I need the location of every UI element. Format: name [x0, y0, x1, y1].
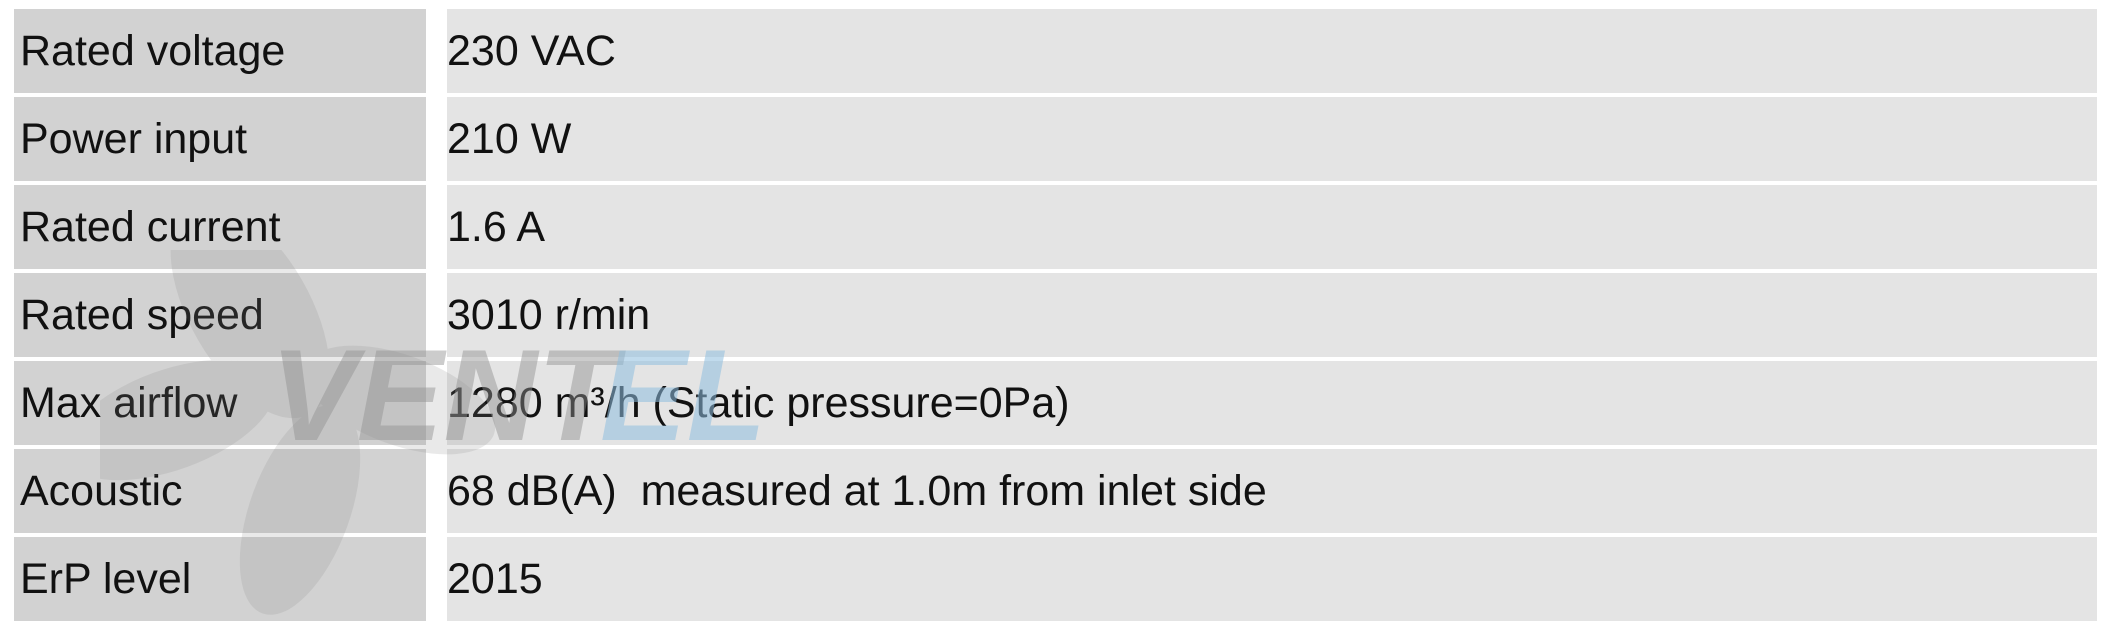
spec-label-cell: Rated speed [14, 273, 426, 357]
spec-value-cell: 68 dB(A) measured at 1.0m from inlet sid… [447, 449, 2097, 533]
spec-label-cell: Rated voltage [14, 9, 426, 93]
spec-value: 68 dB(A) measured at 1.0m from inlet sid… [447, 467, 1267, 515]
spec-row: Rated current 1.6 A [0, 185, 2117, 269]
spec-label: Max airflow [20, 379, 238, 427]
spec-label-cell: Rated current [14, 185, 426, 269]
spec-value: 210 W [447, 115, 572, 163]
spec-value-cell: 1280 m³/h (Static pressure=0Pa) [447, 361, 2097, 445]
spec-value: 1.6 A [447, 203, 546, 251]
spec-value-cell: 1.6 A [447, 185, 2097, 269]
spec-row: Acoustic 68 dB(A) measured at 1.0m from i… [0, 449, 2117, 533]
spec-value: 230 VAC [447, 27, 616, 75]
spec-value: 3010 r/min [447, 291, 651, 339]
spec-label-cell: ErP level [14, 537, 426, 621]
spec-value-cell: 230 VAC [447, 9, 2097, 93]
spec-value-cell: 210 W [447, 97, 2097, 181]
spec-row: Power input 210 W [0, 97, 2117, 181]
spec-label: Power input [20, 115, 248, 163]
spec-label: Rated voltage [20, 27, 286, 75]
spec-value-cell: 3010 r/min [447, 273, 2097, 357]
spec-label-cell: Max airflow [14, 361, 426, 445]
spec-label-cell: Acoustic [14, 449, 426, 533]
spec-label: Acoustic [20, 467, 183, 515]
spec-value-cell: 2015 [447, 537, 2097, 621]
spec-row: Rated voltage 230 VAC [0, 9, 2117, 93]
spec-row: ErP level 2015 [0, 537, 2117, 621]
spec-label: Rated current [20, 203, 281, 251]
spec-row: Max airflow 1280 m³/h (Static pressure=0P… [0, 361, 2117, 445]
spec-row: Rated speed 3010 r/min [0, 273, 2117, 357]
spec-value: 1280 m³/h (Static pressure=0Pa) [447, 379, 1070, 427]
spec-label-cell: Power input [14, 97, 426, 181]
spec-label: ErP level [20, 555, 192, 603]
spec-label: Rated speed [20, 291, 264, 339]
spec-value: 2015 [447, 555, 543, 603]
